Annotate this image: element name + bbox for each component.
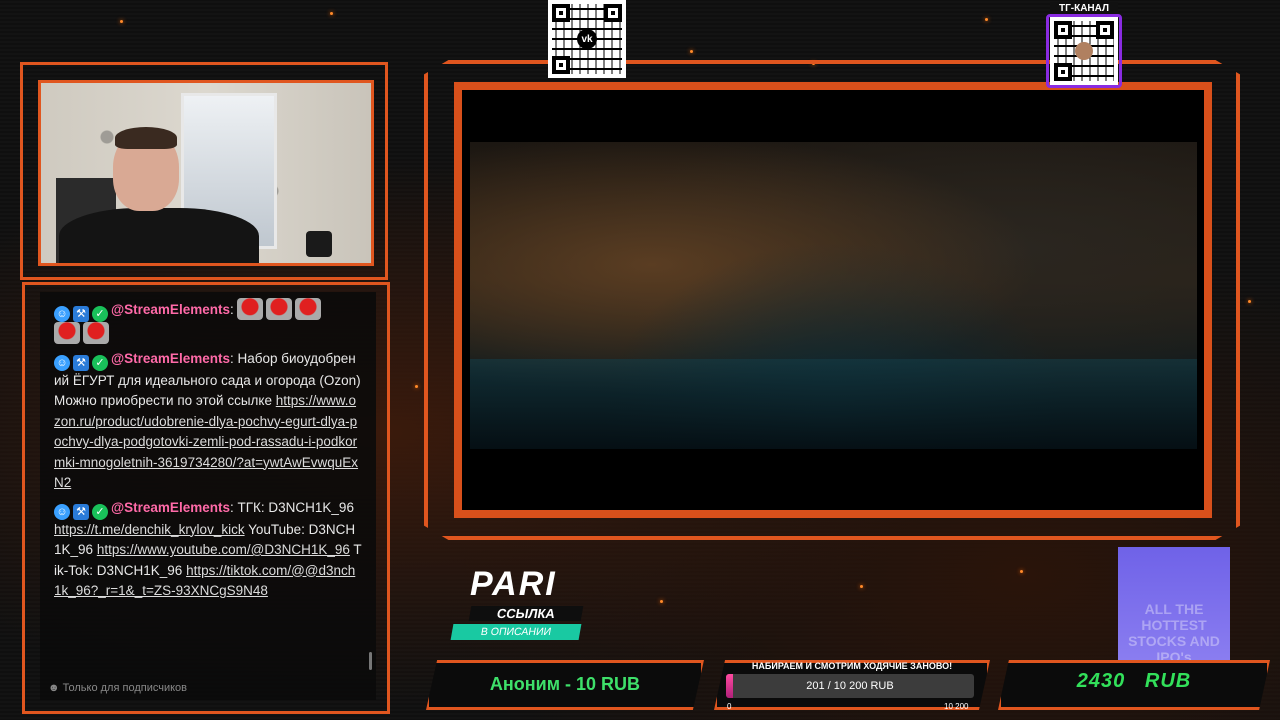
- spark-decoration: [1020, 570, 1023, 573]
- donation-goal-value: 201 / 10 200 RUB: [806, 680, 894, 692]
- donation-goal-max: 10 200: [944, 702, 969, 711]
- ad-banner[interactable]: ALL THE HOTTEST STOCKS AND IPO's: [1118, 547, 1230, 660]
- tg-qr-code: [1050, 17, 1118, 85]
- ad-banner-text: ALL THE HOTTEST STOCKS AND IPO's: [1128, 601, 1220, 660]
- donation-goal-min: 0: [727, 702, 732, 711]
- tg-avatar-icon: [1075, 42, 1093, 60]
- chat-username[interactable]: @StreamElements: [111, 500, 230, 515]
- chat-panel: ☺ ⚒ ✓ @StreamElements: ☺ ⚒ ✓ @StreamElements: …: [40, 292, 376, 700]
- chat-link[interactable]: https://t.me/denchik_krylov_kick: [54, 522, 245, 537]
- spark-decoration: [860, 585, 863, 588]
- vk-icon: vk: [577, 29, 597, 49]
- emote-icon: [237, 298, 264, 320]
- spark-decoration: [985, 18, 988, 21]
- spark-decoration: [660, 600, 663, 603]
- chat-colon: :: [229, 302, 238, 317]
- verified-badge-icon: ✓: [92, 354, 108, 371]
- chat-footer-status: ☻ Только для подписчиков: [48, 682, 187, 694]
- verified-badge-icon: ✓: [92, 503, 108, 520]
- chat-message-list: ☺ ⚒ ✓ @StreamElements: ☺ ⚒ ✓ @StreamElements: …: [40, 292, 376, 602]
- chat-link[interactable]: https://www.youtube.com/@D3NCH1K_96: [97, 542, 350, 557]
- chat-message: ☺ ⚒ ✓ @StreamElements:: [54, 298, 362, 345]
- moderator-badge-icon: ⚒: [73, 503, 89, 520]
- emote-icon: [295, 298, 322, 320]
- chat-message-text: ТГК: D3NCH1K_96: [237, 499, 354, 515]
- webcam-person-body: [59, 208, 259, 263]
- moderator-badge-icon: ⚒: [73, 306, 89, 322]
- chat-message: ☺ ⚒ ✓ @StreamElements: ТГК: D3NCH1K_96 http…: [54, 498, 362, 602]
- verified-badge-icon: ✓: [92, 306, 108, 322]
- spark-decoration: [1248, 300, 1251, 303]
- bot-badge-icon: ☺: [54, 354, 70, 371]
- webcam-feed: [38, 80, 374, 266]
- vk-qr-code: vk: [548, 0, 626, 78]
- chat-message: ☺ ⚒ ✓ @StreamElements: Набор биоудобрений Ё…: [54, 349, 362, 494]
- spark-decoration: [690, 50, 693, 53]
- video-scene-water: [470, 359, 1197, 449]
- webcam-kettle: [306, 231, 332, 257]
- donation-goal-title: НАБИРАЕМ И СМОТРИМ ХОДЯЧИЕ ЗАНОВО!: [751, 661, 953, 671]
- chat-scrollbar[interactable]: [369, 652, 372, 670]
- emote-icon: [266, 298, 293, 320]
- video-scene-cave: [470, 142, 1197, 449]
- spark-decoration: [330, 12, 333, 15]
- spark-decoration: [120, 20, 123, 23]
- spark-decoration: [415, 385, 418, 388]
- chat-username[interactable]: @StreamElements: [111, 302, 230, 317]
- chat-username[interactable]: @StreamElements: [111, 351, 230, 366]
- bot-badge-icon: ☺: [54, 306, 70, 322]
- last-donation-text: Аноним - 10 RUB: [489, 674, 641, 694]
- pari-logo: PARI: [470, 565, 557, 603]
- emote-icon: [83, 322, 109, 344]
- bot-badge-icon: ☺: [54, 503, 70, 520]
- chat-footer-text: Только для подписчиков: [62, 682, 187, 694]
- moderator-badge-icon: ⚒: [73, 354, 89, 371]
- emote-icon: [54, 322, 80, 344]
- donation-total-text: 2430 RUB: [1076, 670, 1192, 692]
- chat-footer-icon: ☻: [48, 682, 63, 694]
- pari-link-label: ССЫЛКА: [468, 606, 584, 621]
- webcam-person-hair: [115, 127, 177, 149]
- pari-desc-label: В ОПИСАНИИ: [450, 624, 582, 640]
